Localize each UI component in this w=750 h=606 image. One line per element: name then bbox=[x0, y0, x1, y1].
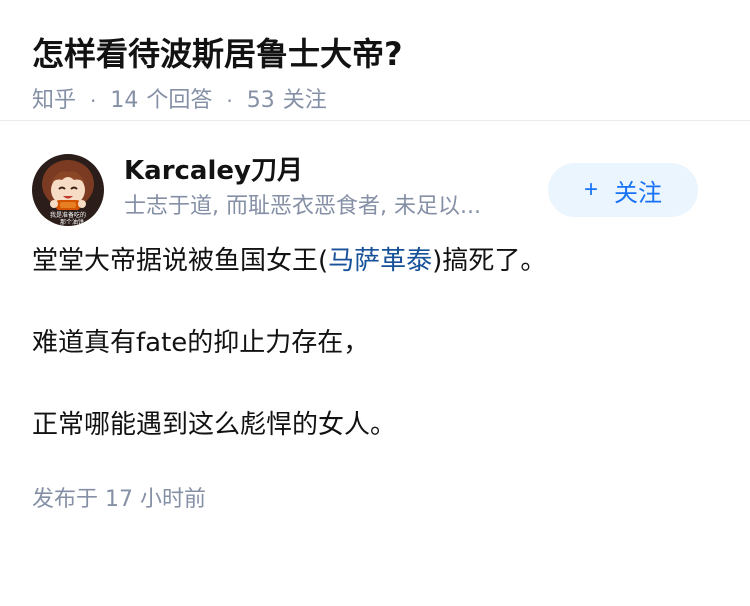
question-title[interactable]: 怎样看待波斯居鲁士大帝? bbox=[32, 30, 718, 78]
separator-dot: · bbox=[90, 89, 97, 113]
answer-count-label: 个回答 bbox=[146, 88, 213, 113]
follow-count-label: 关注 bbox=[282, 88, 327, 113]
plus-icon: + bbox=[583, 176, 598, 203]
answer-body: 堂堂大帝据说被鱼国女王(马萨革泰)搞死了。 难道真有fate的抑止力存在， 正常… bbox=[32, 241, 718, 445]
question-meta: 知乎 · 14 个回答 · 53 关注 bbox=[32, 84, 718, 118]
follow-button-label: 关注 bbox=[614, 179, 662, 207]
author-bio: 士志于道, 而耻恶衣恶食者, 未足以... bbox=[124, 194, 481, 219]
anime-character-avatar-icon: 我是准备吃的 那个油饼 bbox=[32, 154, 104, 226]
answer-card: 我是准备吃的 那个油饼 Karcaley刀月 士志于道, 而耻恶衣恶食者, 未足… bbox=[0, 151, 750, 517]
follow-count: 53 bbox=[246, 88, 275, 113]
separator-dot: · bbox=[226, 89, 233, 113]
answer-paragraph: 难道真有fate的抑止力存在， bbox=[32, 328, 370, 358]
author-info: Karcaley刀月 士志于道, 而耻恶衣恶食者, 未足以... bbox=[124, 151, 544, 223]
author-row: 我是准备吃的 那个油饼 Karcaley刀月 士志于道, 而耻恶衣恶食者, 未足… bbox=[32, 151, 718, 251]
follow-button[interactable]: + 关注 bbox=[548, 163, 698, 217]
avatar[interactable]: 我是准备吃的 那个油饼 bbox=[32, 154, 104, 226]
author-name[interactable]: Karcaley刀月 bbox=[124, 151, 544, 191]
source-label[interactable]: 知乎 bbox=[32, 84, 76, 118]
avatar-caption-2: 那个油饼 bbox=[60, 218, 84, 226]
question-header: 怎样看待波斯居鲁士大帝? 知乎 · 14 个回答 · 53 关注 bbox=[0, 0, 750, 121]
answer-paragraph: 正常哪能遇到这么彪悍的女人。 bbox=[32, 410, 397, 440]
answer-count: 14 bbox=[110, 88, 139, 113]
avatar-caption-1: 我是准备吃的 bbox=[50, 211, 86, 219]
answer-publish-time: 发布于 17 小时前 bbox=[32, 487, 206, 512]
